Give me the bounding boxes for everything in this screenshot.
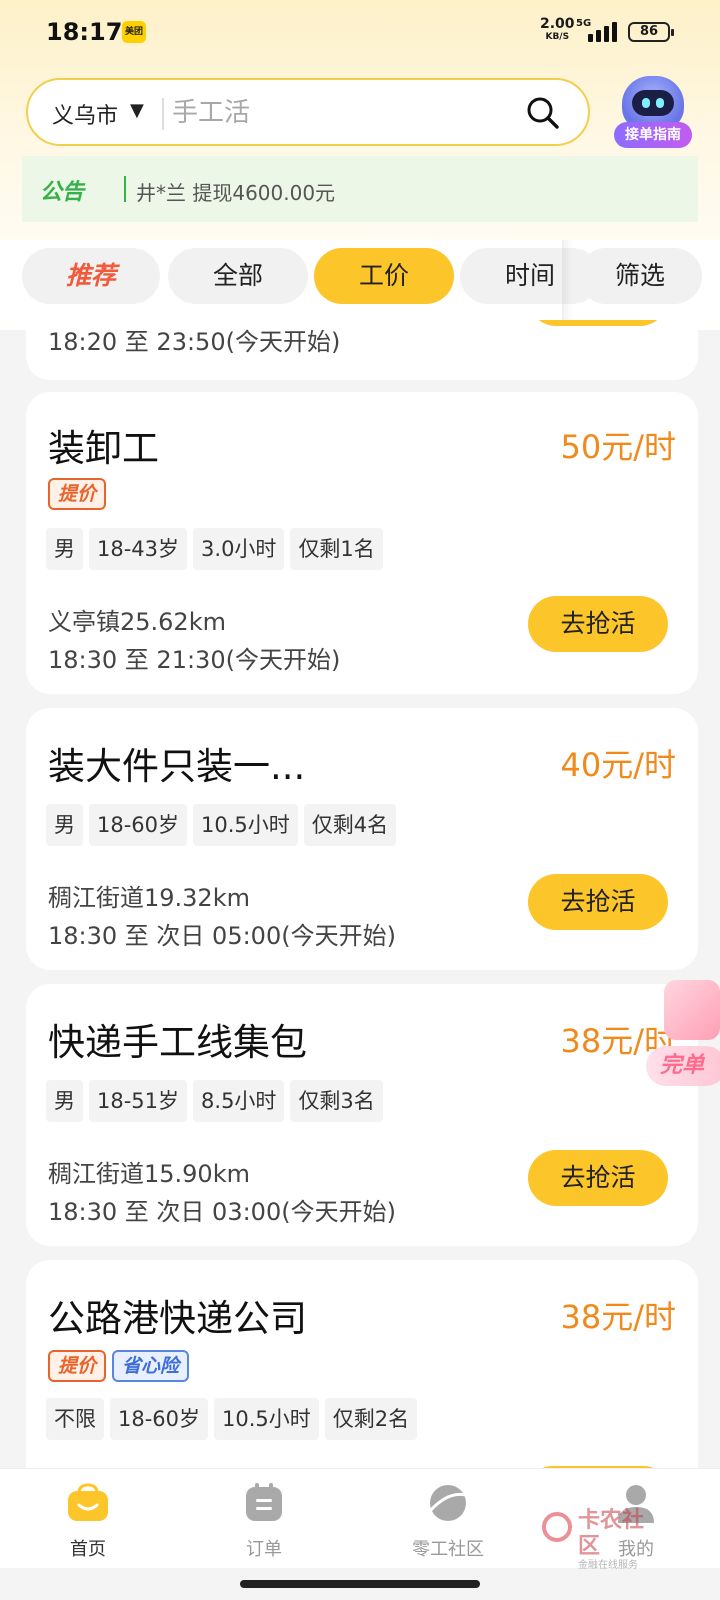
watermark-logo: 卡农社区 金融在线服务 bbox=[542, 1508, 662, 1571]
job-card[interactable]: 快递手工线集包 38元/时 男 18-51岁 8.5小时 仅剩3名 稠江街道15.90… bbox=[26, 984, 698, 1246]
meituan-app-icon: 美团 bbox=[122, 21, 146, 43]
grab-job-button[interactable]: 去抢活 bbox=[528, 874, 668, 930]
job-tags: 不限 18-60岁 10.5小时 仅剩2名 bbox=[46, 1398, 423, 1440]
raise-price-badge: 提价 bbox=[48, 1350, 107, 1382]
job-tag: 男 bbox=[46, 804, 83, 846]
order-guide-label: 接单指南 bbox=[614, 122, 692, 148]
job-location: 稠江街道15.90km bbox=[48, 1160, 250, 1188]
nav-orders[interactable]: 订单 bbox=[194, 1481, 334, 1561]
job-tag: 18-51岁 bbox=[89, 1080, 188, 1122]
city-selector[interactable]: 义乌市 bbox=[52, 98, 118, 130]
insurance-badge: 省心险 bbox=[112, 1350, 190, 1382]
job-tag: 男 bbox=[46, 1080, 83, 1122]
search-icon[interactable] bbox=[526, 96, 560, 130]
search-input[interactable] bbox=[172, 92, 502, 134]
job-time: 18:30 至 21:30(今天开始) bbox=[48, 646, 341, 674]
job-time: 18:20 至 23:50(今天开始) bbox=[48, 328, 341, 356]
job-card[interactable]: 公路港快递公司 38元/时 提价 省心险 不限 18-60岁 10.5小时 仅剩2名 bbox=[26, 1260, 698, 1490]
promo-label: 完单 bbox=[646, 1046, 720, 1086]
job-price: 38元/时 bbox=[560, 1298, 676, 1336]
tab-wage[interactable]: 工价 bbox=[314, 248, 454, 304]
job-location: 义亭镇25.62km bbox=[48, 608, 226, 636]
announcement-text: 井*兰 提现4600.00元 bbox=[136, 181, 336, 205]
job-tag: 18-60岁 bbox=[89, 804, 188, 846]
search-bar[interactable]: 义乌市 ▼ bbox=[26, 78, 590, 146]
job-time: 18:30 至 次日 05:00(今天开始) bbox=[48, 922, 396, 950]
job-tag: 仅剩1名 bbox=[290, 528, 383, 570]
nav-home[interactable]: 首页 bbox=[18, 1481, 158, 1561]
announcement-tag: 公告 bbox=[40, 180, 85, 205]
job-tag: 仅剩2名 bbox=[324, 1398, 418, 1440]
job-tag: 18-43岁 bbox=[89, 528, 188, 570]
job-title: 公路港快递公司 bbox=[48, 1297, 307, 1340]
job-badges: 提价 bbox=[48, 478, 112, 510]
home-indicator[interactable] bbox=[240, 1580, 480, 1588]
gift-icon bbox=[664, 980, 720, 1040]
job-card[interactable]: 装卸工 50元/时 提价 男 18-43岁 3.0小时 仅剩1名 义亭镇25.62km… bbox=[26, 392, 698, 694]
sort-tabs: 推荐 全部 工价 时间 筛选 bbox=[0, 240, 720, 320]
status-time: 18:17 bbox=[46, 18, 123, 46]
grab-job-button[interactable]: 去抢活 bbox=[528, 1150, 668, 1206]
raise-price-badge: 提价 bbox=[48, 478, 107, 510]
job-price: 50元/时 bbox=[560, 428, 676, 466]
job-card[interactable]: 装大件只装一... 40元/时 男 18-60岁 10.5小时 仅剩4名 稠江街道19… bbox=[26, 708, 698, 970]
network-speed: 2.00 KB/S bbox=[540, 16, 575, 42]
job-tag: 仅剩3名 bbox=[290, 1080, 383, 1122]
job-tag: 8.5小时 bbox=[193, 1080, 285, 1122]
order-icon bbox=[246, 1483, 282, 1521]
job-tag: 男 bbox=[46, 528, 83, 570]
job-title: 快递手工线集包 bbox=[48, 1021, 307, 1064]
job-price: 40元/时 bbox=[560, 746, 676, 784]
job-tag: 10.5小时 bbox=[193, 804, 298, 846]
tab-filter[interactable]: 筛选 bbox=[578, 248, 702, 304]
nav-community[interactable]: 零工社区 bbox=[378, 1481, 518, 1561]
signal-icon bbox=[588, 22, 618, 42]
job-tag: 18-60岁 bbox=[110, 1398, 209, 1440]
job-tags: 男 18-60岁 10.5小时 仅剩4名 bbox=[46, 804, 402, 846]
job-tag: 仅剩4名 bbox=[303, 804, 397, 846]
job-tag: 不限 bbox=[46, 1398, 104, 1440]
search-divider bbox=[162, 98, 164, 130]
order-guide-button[interactable]: 接单指南 bbox=[614, 76, 696, 152]
job-badges: 提价 省心险 bbox=[48, 1350, 195, 1382]
job-location: 稠江街道19.32km bbox=[48, 884, 250, 912]
job-title: 装卸工 bbox=[48, 427, 159, 470]
completion-promo-float[interactable]: 完单 bbox=[646, 980, 720, 1100]
tab-recommend[interactable]: 推荐 bbox=[22, 248, 160, 304]
grab-job-button[interactable]: 去抢活 bbox=[528, 596, 668, 652]
home-bag-icon bbox=[68, 1483, 108, 1521]
job-time: 18:30 至 次日 03:00(今天开始) bbox=[48, 1198, 396, 1226]
job-title: 装大件只装一... bbox=[48, 745, 306, 788]
job-tags: 男 18-43岁 3.0小时 仅剩1名 bbox=[46, 528, 389, 570]
caret-down-icon[interactable]: ▼ bbox=[130, 100, 144, 121]
battery-icon: 86 bbox=[628, 22, 674, 42]
tab-all[interactable]: 全部 bbox=[168, 248, 308, 304]
community-planet-icon bbox=[428, 1485, 468, 1521]
job-tags: 男 18-51岁 8.5小时 仅剩3名 bbox=[46, 1080, 389, 1122]
job-tag: 3.0小时 bbox=[193, 528, 285, 570]
announcement-bar[interactable]: 公告 井*兰 提现4600.00元 bbox=[22, 156, 698, 222]
announcement-divider bbox=[124, 176, 126, 202]
status-bar: 18:17 美团 2.00 KB/S 5G 86 bbox=[0, 0, 720, 64]
job-tag: 10.5小时 bbox=[214, 1398, 319, 1440]
